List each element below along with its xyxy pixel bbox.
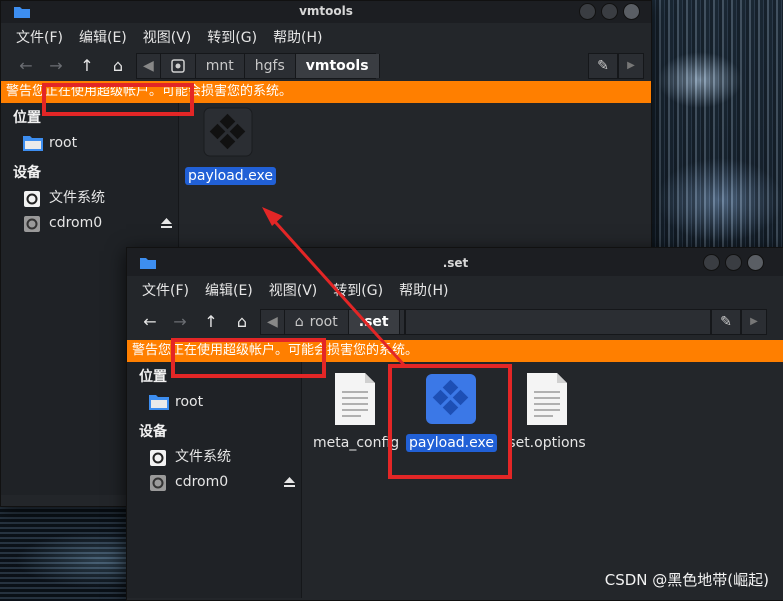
annotation-arrow — [262, 207, 406, 367]
watermark: CSDN @黑色地带(崛起) — [604, 571, 769, 589]
